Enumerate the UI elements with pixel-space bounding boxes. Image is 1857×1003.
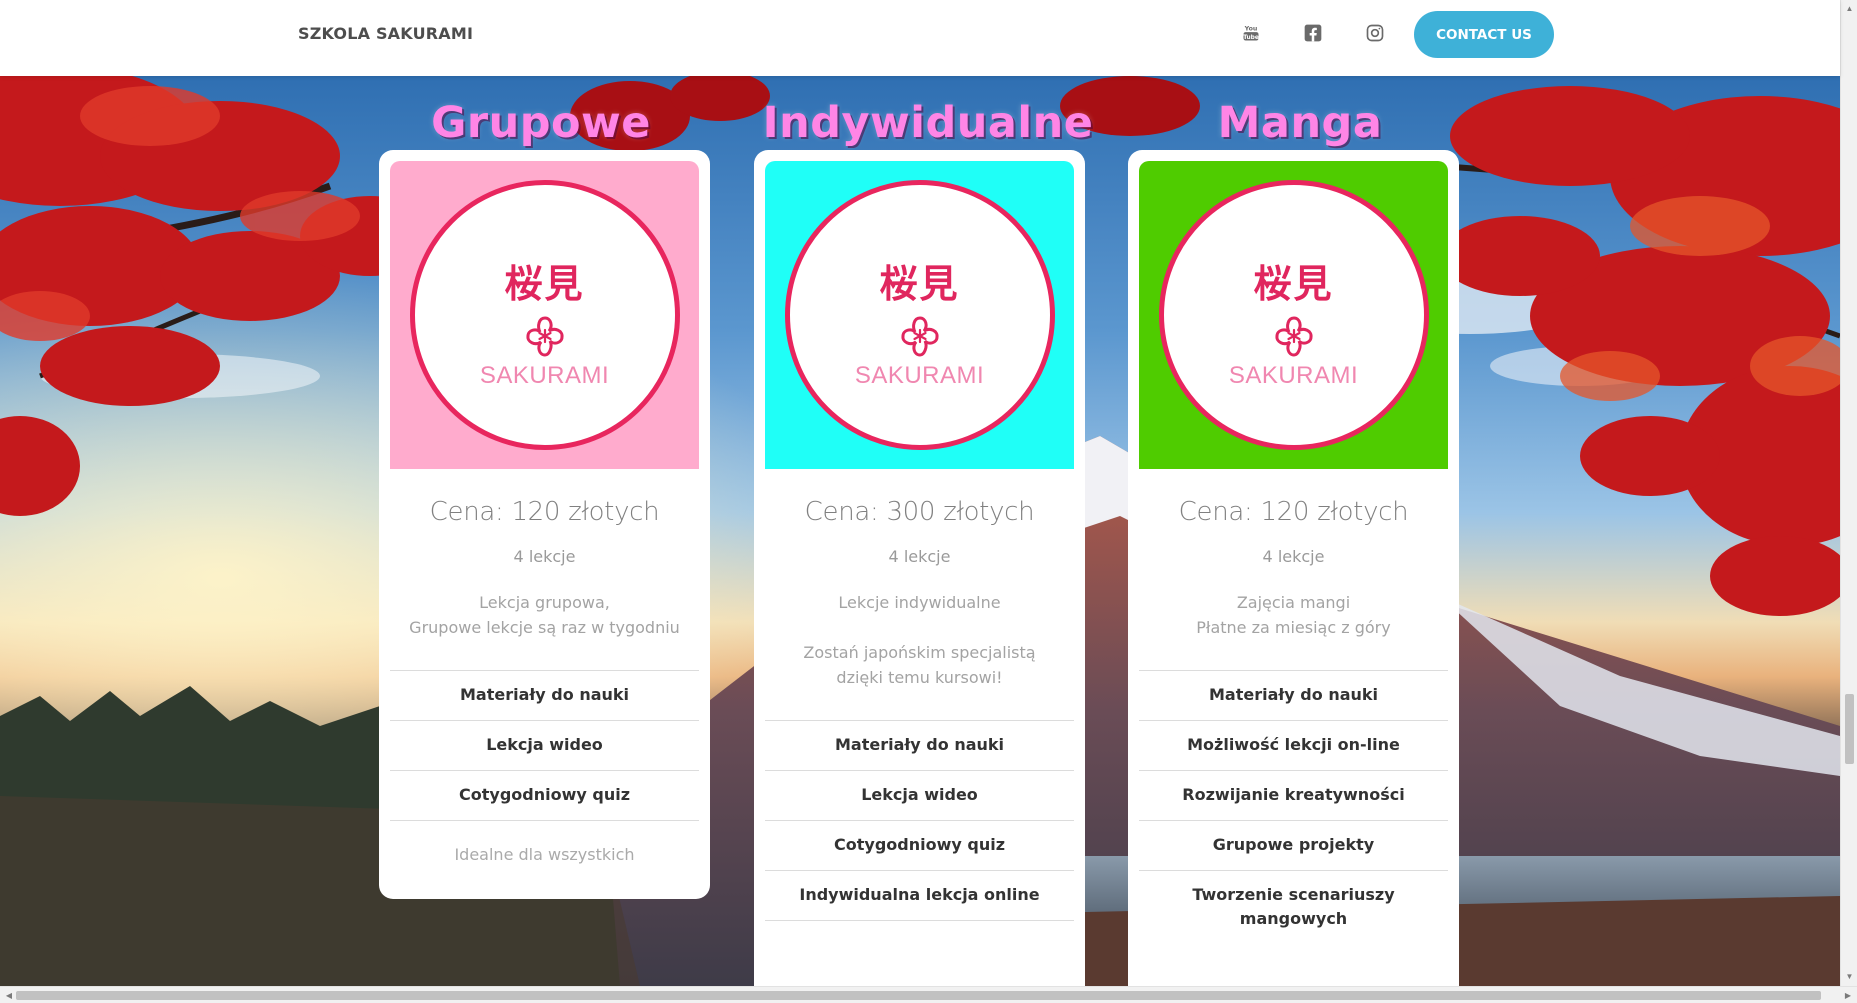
instagram-icon[interactable] [1362,20,1388,46]
logo-text: SAKURAMI [1228,361,1359,389]
feature-item: Indywidualna lekcja online [765,870,1074,920]
pricing-card-grupowe: 桜見 SAKURAMI Cena: 120 złotych 4 lekcje L… [379,150,710,899]
feature-divider [765,920,1074,960]
svg-text:You: You [1244,26,1258,33]
plan-footnote: Idealne dla wszystkich [390,820,699,888]
plan-title-grupowe: Grupowe [431,98,651,148]
plan-title-indywidualne: Indywidualne [762,98,1094,148]
feature-item: Tworzenie scenariuszy mangowych [1139,870,1448,944]
feature-list: Materiały do nauki Lekcja wideo Cotygodn… [390,670,699,888]
plan-price: Cena: 300 złotych [804,497,1035,527]
scroll-down-arrow-icon[interactable]: ▼ [1841,970,1857,984]
logo-kanji: 桜見 [879,261,960,306]
pricing-card-manga: 桜見 SAKURAMI Cena: 120 złotych 4 lekcje Z… [1128,150,1459,986]
sakura-flower-icon [900,315,939,357]
svg-text:Tube: Tube [1243,35,1259,41]
card-image: 桜見 SAKURAMI [765,161,1074,469]
scroll-right-arrow-icon[interactable]: ▶ [1841,987,1855,1003]
feature-item: Cotygodniowy quiz [390,770,699,820]
scroll-left-arrow-icon[interactable]: ◀ [2,987,16,1003]
logo-text: SAKURAMI [854,361,985,389]
plan-description-line: Zostań japońskim specjalistą dzięki temu… [803,643,1036,687]
feature-item: Materiały do nauki [1139,670,1448,720]
plan-description-line: Grupowe lekcje są raz w tygodniu [409,618,680,637]
youtube-icon[interactable]: You Tube [1238,20,1264,46]
scroll-up-arrow-icon[interactable]: ▲ [1841,2,1857,16]
feature-item: Lekcja wideo [390,720,699,770]
horizontal-scrollbar-thumb[interactable] [16,991,1821,1000]
vertical-scrollbar-thumb[interactable] [1845,694,1854,764]
feature-item: Rozwijanie kreatywności [1139,770,1448,820]
horizontal-scrollbar[interactable]: ◀ ▶ [0,986,1857,1003]
feature-list: Materiały do nauki Możliwość lekcji on-l… [1139,670,1448,944]
sakurami-logo: 桜見 SAKURAMI [784,180,1055,450]
feature-list: Materiały do nauki Lekcja wideo Cotygodn… [765,720,1074,960]
plan-lessons: 4 lekcje [888,547,951,566]
facebook-icon[interactable] [1300,20,1326,46]
feature-item: Lekcja wideo [765,770,1074,820]
plan-price: Cena: 120 złotych [1178,497,1409,527]
top-navbar: SZKOLA SAKURAMI You Tube CONTACT US [0,0,1840,76]
plan-description: Zajęcia mangi Płatne za miesiąc z góry [1155,590,1432,640]
card-image: 桜見 SAKURAMI [1139,161,1448,469]
plan-description-line: Płatne za miesiąc z góry [1196,618,1391,637]
logo-text: SAKURAMI [479,361,610,389]
plan-description: Lekcja grupowa, Grupowe lekcje są raz w … [406,590,683,640]
plan-description-line: Zajęcia mangi [1236,593,1351,612]
contact-us-button[interactable]: CONTACT US [1414,11,1554,58]
logo-kanji: 桜見 [1253,261,1334,306]
feature-item: Materiały do nauki [765,720,1074,770]
sakurami-logo: 桜見 SAKURAMI [409,180,680,450]
pricing-card-indywidualne: 桜見 SAKURAMI Cena: 300 złotych 4 lekcje L… [754,150,1085,986]
feature-item: Cotygodniowy quiz [765,820,1074,870]
feature-item: Materiały do nauki [390,670,699,720]
feature-item: Grupowe projekty [1139,820,1448,870]
plan-lessons: 4 lekcje [513,547,576,566]
plan-price: Cena: 120 złotych [429,497,660,527]
card-image: 桜見 SAKURAMI [390,161,699,469]
sakurami-logo: 桜見 SAKURAMI [1158,180,1429,450]
plan-title-manga: Manga [1217,98,1383,148]
plan-description-line: Lekcje indywidualne [838,593,1001,612]
logo-kanji: 桜見 [504,261,585,306]
plan-description: Lekcje indywidualne Zostań japońskim spe… [781,590,1058,690]
sakura-flower-icon [1274,315,1313,357]
sakura-flower-icon [525,315,564,357]
vertical-scrollbar[interactable]: ▲ ▼ [1840,0,1857,986]
feature-item: Możliwość lekcji on-line [1139,720,1448,770]
plan-description-line: Lekcja grupowa, [479,593,610,612]
plan-lessons: 4 lekcje [1262,547,1325,566]
brand-name[interactable]: SZKOLA SAKURAMI [298,24,473,43]
